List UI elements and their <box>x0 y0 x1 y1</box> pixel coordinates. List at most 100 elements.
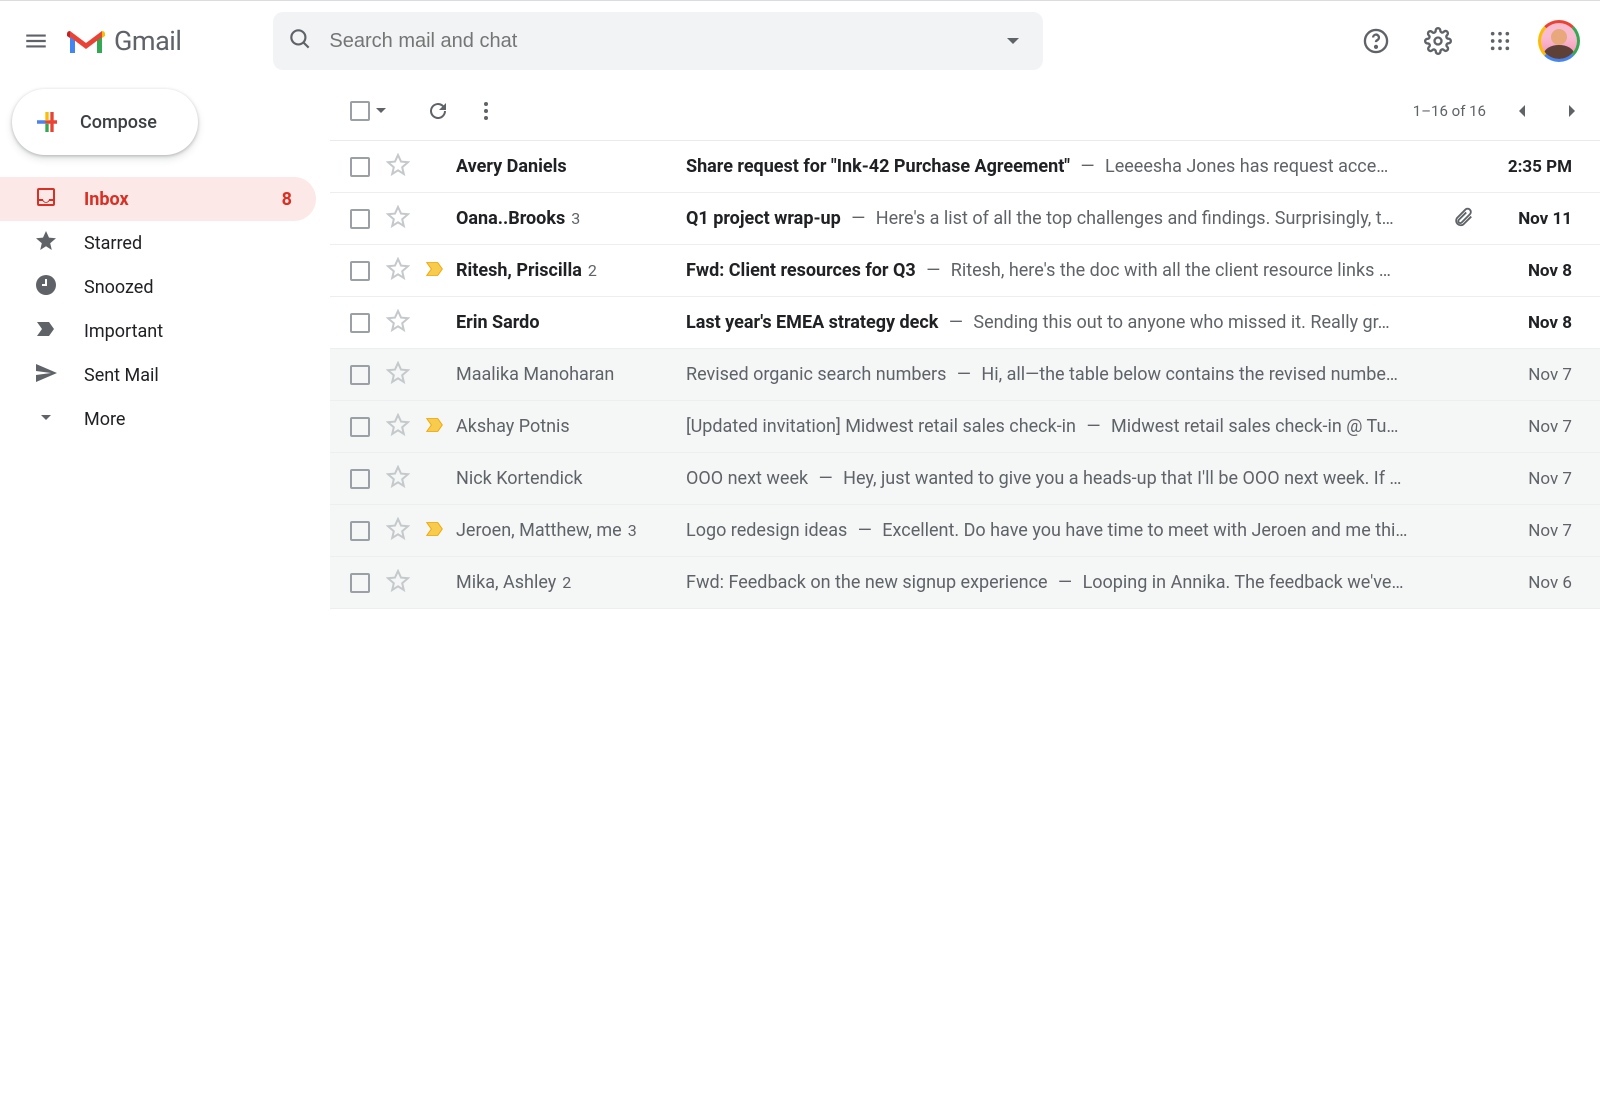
search-bar[interactable] <box>273 12 1043 70</box>
main-menu-button[interactable] <box>8 13 64 69</box>
email-sender: Ritesh, Priscilla 2 <box>456 260 686 281</box>
importance-icon <box>424 414 446 436</box>
star-toggle[interactable] <box>386 361 410 389</box>
inbox-unread-count: 8 <box>282 189 292 210</box>
row-checkbox[interactable] <box>350 209 370 229</box>
sidebar-item-more[interactable]: More <box>0 397 316 441</box>
thread-count: 2 <box>562 573 571 592</box>
help-icon <box>1362 27 1390 55</box>
star-toggle[interactable] <box>386 569 410 597</box>
row-checkbox[interactable] <box>350 261 370 281</box>
row-checkbox[interactable] <box>350 417 370 437</box>
email-row[interactable]: Jeroen, Matthew, me 3 Logo redesign idea… <box>330 505 1600 557</box>
email-date: 2:35 PM <box>1502 157 1572 177</box>
email-snippet: Excellent. Do have you have time to meet… <box>882 520 1407 541</box>
account-avatar[interactable] <box>1538 20 1580 62</box>
email-rows: Avery Daniels Share request for "Ink-42 … <box>330 141 1600 609</box>
email-sender: Maalika Manoharan <box>456 364 686 385</box>
compose-button[interactable]: Compose <box>12 89 198 155</box>
row-checkbox[interactable] <box>350 573 370 593</box>
email-sender: Erin Sardo <box>456 312 686 333</box>
app-header: Gmail <box>0 1 1600 81</box>
attachment-indicator <box>1452 206 1474 232</box>
row-checkbox[interactable] <box>350 521 370 541</box>
importance-marker[interactable] <box>424 258 446 284</box>
email-subject: Fwd: Feedback on the new signup experien… <box>686 572 1048 593</box>
subject-separator: — <box>1054 572 1077 593</box>
star-toggle[interactable] <box>386 309 410 337</box>
sidebar-item-label: Inbox <box>84 189 129 210</box>
help-button[interactable] <box>1352 17 1400 65</box>
chevron-right-icon <box>1560 99 1584 123</box>
email-subject: Last year's EMEA strategy deck <box>686 312 938 333</box>
list-toolbar: 1–16 of 16 <box>330 81 1600 141</box>
row-checkbox[interactable] <box>350 469 370 489</box>
sidebar-item-snoozed[interactable]: Snoozed <box>0 265 316 309</box>
importance-marker[interactable] <box>424 414 446 440</box>
email-row[interactable]: Maalika Manoharan Revised organic search… <box>330 349 1600 401</box>
email-summary: [Updated invitation] Midwest retail sale… <box>686 416 1474 437</box>
sidebar-item-sent[interactable]: Sent Mail <box>0 353 316 397</box>
email-snippet: Hi, all—the table below contains the rev… <box>981 364 1398 385</box>
apps-button[interactable] <box>1476 17 1524 65</box>
select-dropdown-caret-icon[interactable] <box>376 108 386 113</box>
inbox-icon <box>34 185 58 214</box>
star-toggle[interactable] <box>386 257 410 285</box>
select-all-checkbox[interactable] <box>350 101 370 121</box>
star-outline-icon <box>386 153 410 177</box>
pagination: 1–16 of 16 <box>1413 87 1596 135</box>
subject-separator: — <box>922 260 945 281</box>
star-outline-icon <box>386 205 410 229</box>
subject-separator: — <box>1082 416 1105 437</box>
search-input[interactable] <box>313 30 1007 53</box>
email-sender: Akshay Potnis <box>456 416 686 437</box>
email-row[interactable]: Akshay Potnis [Updated invitation] Midwe… <box>330 401 1600 453</box>
refresh-icon <box>426 99 450 123</box>
email-row[interactable]: Nick Kortendick OOO next week — Hey, jus… <box>330 453 1600 505</box>
sidebar-item-inbox[interactable]: Inbox 8 <box>0 177 316 221</box>
page-prev-button[interactable] <box>1498 87 1546 135</box>
email-sender: Nick Kortendick <box>456 468 686 489</box>
star-outline-icon <box>386 517 410 541</box>
email-row[interactable]: Avery Daniels Share request for "Ink-42 … <box>330 141 1600 193</box>
email-summary: Fwd: Client resources for Q3 — Ritesh, h… <box>686 260 1474 281</box>
gmail-logo[interactable]: Gmail <box>66 25 181 57</box>
subject-separator: — <box>944 312 967 333</box>
sidebar-item-label: More <box>84 409 125 430</box>
star-toggle[interactable] <box>386 153 410 181</box>
email-snippet: Sending this out to anyone who missed it… <box>973 312 1389 333</box>
mail-list-pane: 1–16 of 16 Avery Daniels Share request f… <box>330 81 1600 1101</box>
search-options-caret-icon[interactable] <box>1007 38 1019 44</box>
sidebar-item-starred[interactable]: Starred <box>0 221 316 265</box>
settings-button[interactable] <box>1414 17 1462 65</box>
row-checkbox[interactable] <box>350 313 370 333</box>
page-next-button[interactable] <box>1548 87 1596 135</box>
importance-marker[interactable] <box>424 518 446 544</box>
star-toggle[interactable] <box>386 413 410 441</box>
thread-count: 3 <box>628 521 637 540</box>
email-row[interactable]: Oana..Brooks 3 Q1 project wrap-up — Here… <box>330 193 1600 245</box>
star-toggle[interactable] <box>386 465 410 493</box>
sidebar-item-important[interactable]: Important <box>0 309 316 353</box>
more-actions-button[interactable] <box>462 87 510 135</box>
email-row[interactable]: Mika, Ashley 2 Fwd: Feedback on the new … <box>330 557 1600 609</box>
email-row[interactable]: Ritesh, Priscilla 2 Fwd: Client resource… <box>330 245 1600 297</box>
email-date: Nov 7 <box>1502 417 1572 437</box>
row-checkbox[interactable] <box>350 365 370 385</box>
email-summary: Q1 project wrap-up — Here's a list of al… <box>686 208 1440 229</box>
star-toggle[interactable] <box>386 205 410 233</box>
refresh-button[interactable] <box>414 87 462 135</box>
email-summary: Logo redesign ideas — Excellent. Do have… <box>686 520 1474 541</box>
star-toggle[interactable] <box>386 517 410 545</box>
search-icon[interactable] <box>287 26 313 56</box>
email-subject: Revised organic search numbers <box>686 364 946 385</box>
email-sender: Mika, Ashley 2 <box>456 572 686 593</box>
email-summary: Last year's EMEA strategy deck — Sending… <box>686 312 1474 333</box>
sidebar-item-label: Snoozed <box>84 277 154 298</box>
email-sender: Oana..Brooks 3 <box>456 208 686 229</box>
email-row[interactable]: Erin Sardo Last year's EMEA strategy dec… <box>330 297 1600 349</box>
apps-grid-icon <box>1489 30 1511 52</box>
star-outline-icon <box>386 361 410 385</box>
row-checkbox[interactable] <box>350 157 370 177</box>
star-outline-icon <box>386 413 410 437</box>
